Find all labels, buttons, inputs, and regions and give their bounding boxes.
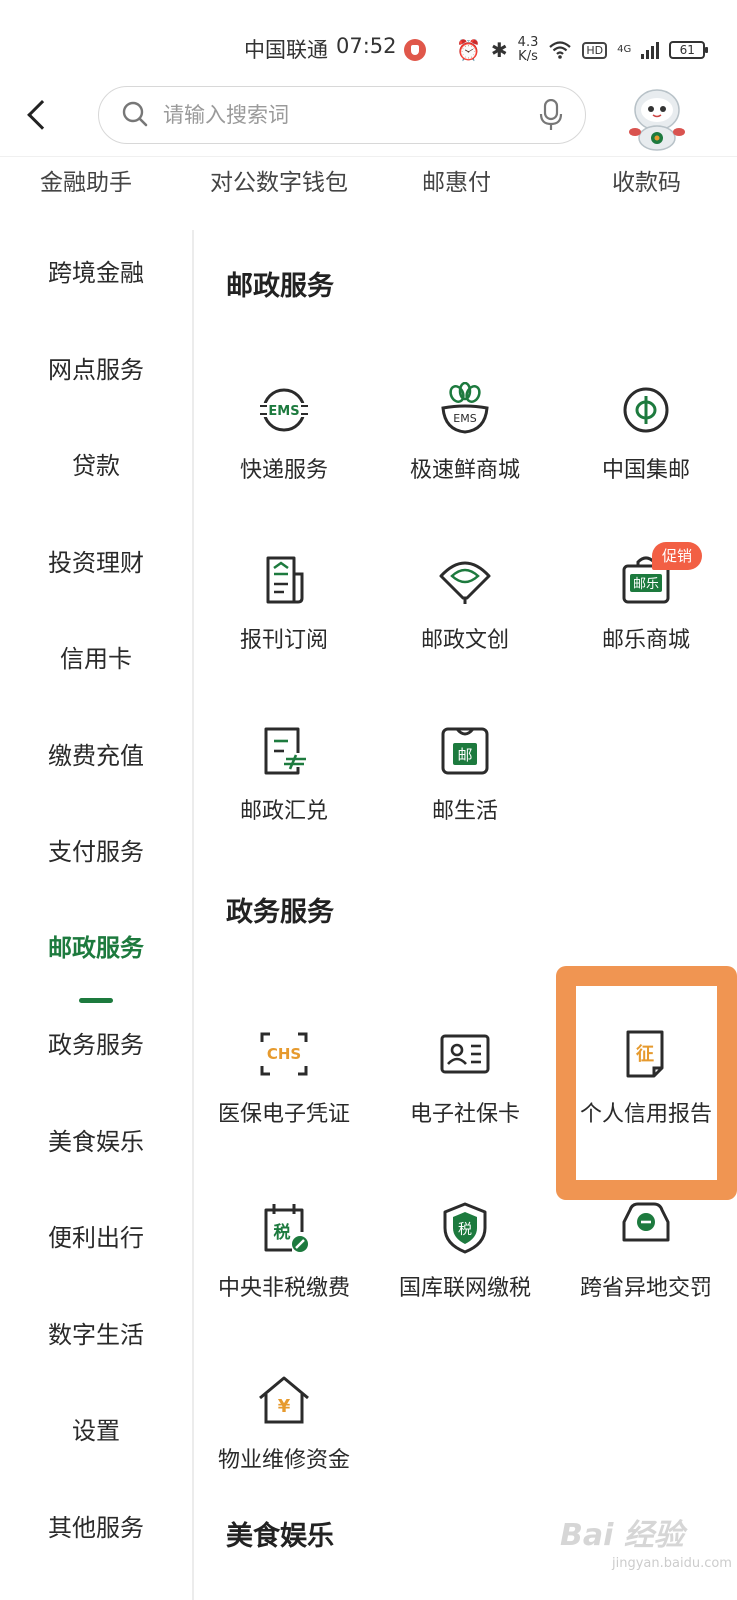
ems-text: EMS: [453, 412, 476, 425]
search-input[interactable]: [163, 97, 493, 133]
tax-calendar-icon: 税: [264, 1204, 308, 1252]
scrolled-item[interactable]: 对公数字钱包: [210, 163, 348, 192]
tile-post-life[interactable]: 邮 邮生活: [375, 723, 555, 873]
section-title-postal: 邮政服务: [226, 271, 334, 302]
tile-label: 电子社保卡: [409, 1102, 520, 1127]
tile-express-service[interactable]: EMS 快递服务: [194, 382, 374, 532]
scrolled-item[interactable]: 邮惠付: [422, 163, 491, 192]
ems-text: EMS: [268, 404, 299, 419]
sidebar-item-cross-border-finance[interactable]: 跨境金融: [0, 243, 192, 303]
tax-shield-icon: 税: [443, 1202, 487, 1254]
sidebar-item-investment[interactable]: 投资理财: [0, 533, 192, 593]
promo-badge: 促销: [652, 542, 703, 570]
sidebar-item-food-entertainment[interactable]: 美食娱乐: [0, 1112, 192, 1172]
speed-unit: K/s: [518, 49, 538, 64]
sidebar-item-payments-topup[interactable]: 缴费充值: [0, 726, 192, 786]
tile-china-philately[interactable]: 中国集邮: [556, 382, 736, 532]
microphone-icon[interactable]: [539, 99, 563, 131]
tile-label: 邮生活: [431, 799, 498, 824]
sidebar-item-loans[interactable]: 贷款: [0, 436, 192, 496]
tile-label: 医保电子凭证: [217, 1102, 350, 1127]
sidebar-item-settings[interactable]: 设置: [0, 1401, 192, 1461]
tile-social-security-card[interactable]: 电子社保卡: [375, 1026, 555, 1176]
scrolled-shortcut-row: 金融助手 对公数字钱包 邮惠付 收款码: [0, 156, 737, 192]
sidebar-item-branch-service[interactable]: 网点服务: [0, 340, 192, 400]
car-fine-icon: [622, 1202, 670, 1242]
tile-label: 极速鲜商城: [409, 458, 520, 483]
carrier-name: 中国联通: [244, 38, 328, 62]
active-indicator: [79, 998, 113, 1003]
speed-value: 4.3: [517, 35, 539, 50]
you-text: 邮: [457, 746, 472, 764]
section-title-government: 政务服务: [226, 897, 334, 928]
tile-treasury-tax-payment[interactable]: 税 国库联网缴税: [375, 1200, 555, 1350]
search-header: [0, 84, 737, 156]
ems-flower-icon: EMS: [441, 382, 489, 434]
sidebar-item-digital-life[interactable]: 数字生活: [0, 1305, 192, 1365]
sidebar-item-payment-service[interactable]: 支付服务: [0, 822, 192, 882]
tile-postal-creative[interactable]: 邮政文创: [375, 552, 555, 702]
tile-label: 跨省异地交罚: [579, 1276, 712, 1301]
tile-label: 邮政文创: [420, 628, 509, 653]
tax-text: 税: [274, 1222, 291, 1243]
tile-label: 物业维修资金: [217, 1448, 350, 1473]
tile-property-maintenance-fund[interactable]: ¥ 物业维修资金: [194, 1372, 374, 1522]
tile-central-non-tax-payment[interactable]: 税 中央非税缴费: [194, 1200, 374, 1350]
status-bar: 中国联通 07:52 ⏰ ✱ 4.3 K/s HD 4G 61: [0, 0, 737, 88]
tile-youle-mall[interactable]: 邮乐 邮乐商城: [556, 552, 736, 702]
id-card-icon: [440, 1034, 490, 1074]
scrolled-item[interactable]: 金融助手: [40, 163, 132, 192]
tile-label: 报刊订阅: [239, 628, 328, 653]
tile-label: 中国集邮: [601, 458, 690, 483]
chs-text: CHS: [267, 1045, 301, 1063]
sidebar-item-convenient-travel[interactable]: 便利出行: [0, 1208, 192, 1268]
section-title-food-entertainment: 美食娱乐: [226, 1521, 334, 1552]
highlight-annotation: [556, 966, 737, 1200]
remittance-icon: [264, 727, 306, 775]
tax-text: 税: [458, 1222, 472, 1238]
back-button[interactable]: [30, 96, 66, 136]
yuan-text: ¥: [278, 1396, 291, 1417]
tile-postal-remittance[interactable]: 邮政汇兑: [194, 723, 374, 873]
fan-icon: [439, 561, 491, 604]
youle-text: 邮乐: [633, 577, 659, 592]
baidu-watermark-url: jingyan.baidu.com: [612, 1556, 732, 1571]
battery-indicator: 61: [669, 41, 709, 59]
category-sidebar: 跨境金融 网点服务 贷款 投资理财 信用卡 缴费充值 支付服务 邮政服务 政务服…: [0, 230, 194, 1600]
sidebar-item-government-service[interactable]: 政务服务: [0, 1015, 192, 1075]
tile-label: 国库联网缴税: [398, 1276, 531, 1301]
status-icons: ⏰ ✱ 4.3 K/s HD 4G 61: [456, 36, 709, 64]
search-icon: [122, 101, 148, 127]
life-bag-icon: 邮: [441, 727, 489, 775]
tile-medical-insurance-voucher[interactable]: CHS 医保电子凭证: [194, 1026, 374, 1176]
house-yuan-icon: ¥: [259, 1376, 309, 1424]
scrolled-item[interactable]: 收款码: [612, 163, 681, 192]
sidebar-item-credit-card[interactable]: 信用卡: [0, 629, 192, 689]
search-bar[interactable]: [98, 86, 586, 144]
stamp-coin-icon: [623, 387, 669, 433]
baidu-watermark: Bai 经验: [560, 1518, 684, 1553]
tile-label: 邮政汇兑: [239, 799, 328, 824]
tile-cross-province-traffic-fine[interactable]: 跨省异地交罚: [556, 1200, 736, 1350]
tile-label: 快递服务: [239, 458, 328, 483]
sidebar-item-postal-service[interactable]: 邮政服务: [0, 918, 192, 978]
signal-bars-icon: [641, 41, 660, 59]
tile-newspaper-subscription[interactable]: 报刊订阅: [194, 552, 374, 702]
mascot-avatar[interactable]: [620, 80, 694, 154]
tile-label: 邮乐商城: [601, 628, 690, 653]
newspaper-icon: [266, 556, 304, 604]
network-type: 4G: [617, 44, 632, 55]
tile-label: 中央非税缴费: [217, 1276, 350, 1301]
network-speed: 4.3 K/s: [518, 36, 539, 64]
alarm-icon: ⏰: [456, 38, 481, 62]
wifi-icon: [549, 41, 572, 59]
hd-badge: HD: [582, 41, 608, 59]
bluetooth-icon: ✱: [490, 38, 508, 62]
security-shield-icon: [404, 39, 426, 61]
ems-icon: EMS: [260, 388, 308, 432]
clock-time: 07:52: [336, 34, 397, 58]
tile-fresh-mall[interactable]: EMS 极速鲜商城: [375, 382, 555, 532]
chs-icon: CHS: [260, 1032, 308, 1076]
sidebar-item-other-services[interactable]: 其他服务: [0, 1498, 192, 1558]
